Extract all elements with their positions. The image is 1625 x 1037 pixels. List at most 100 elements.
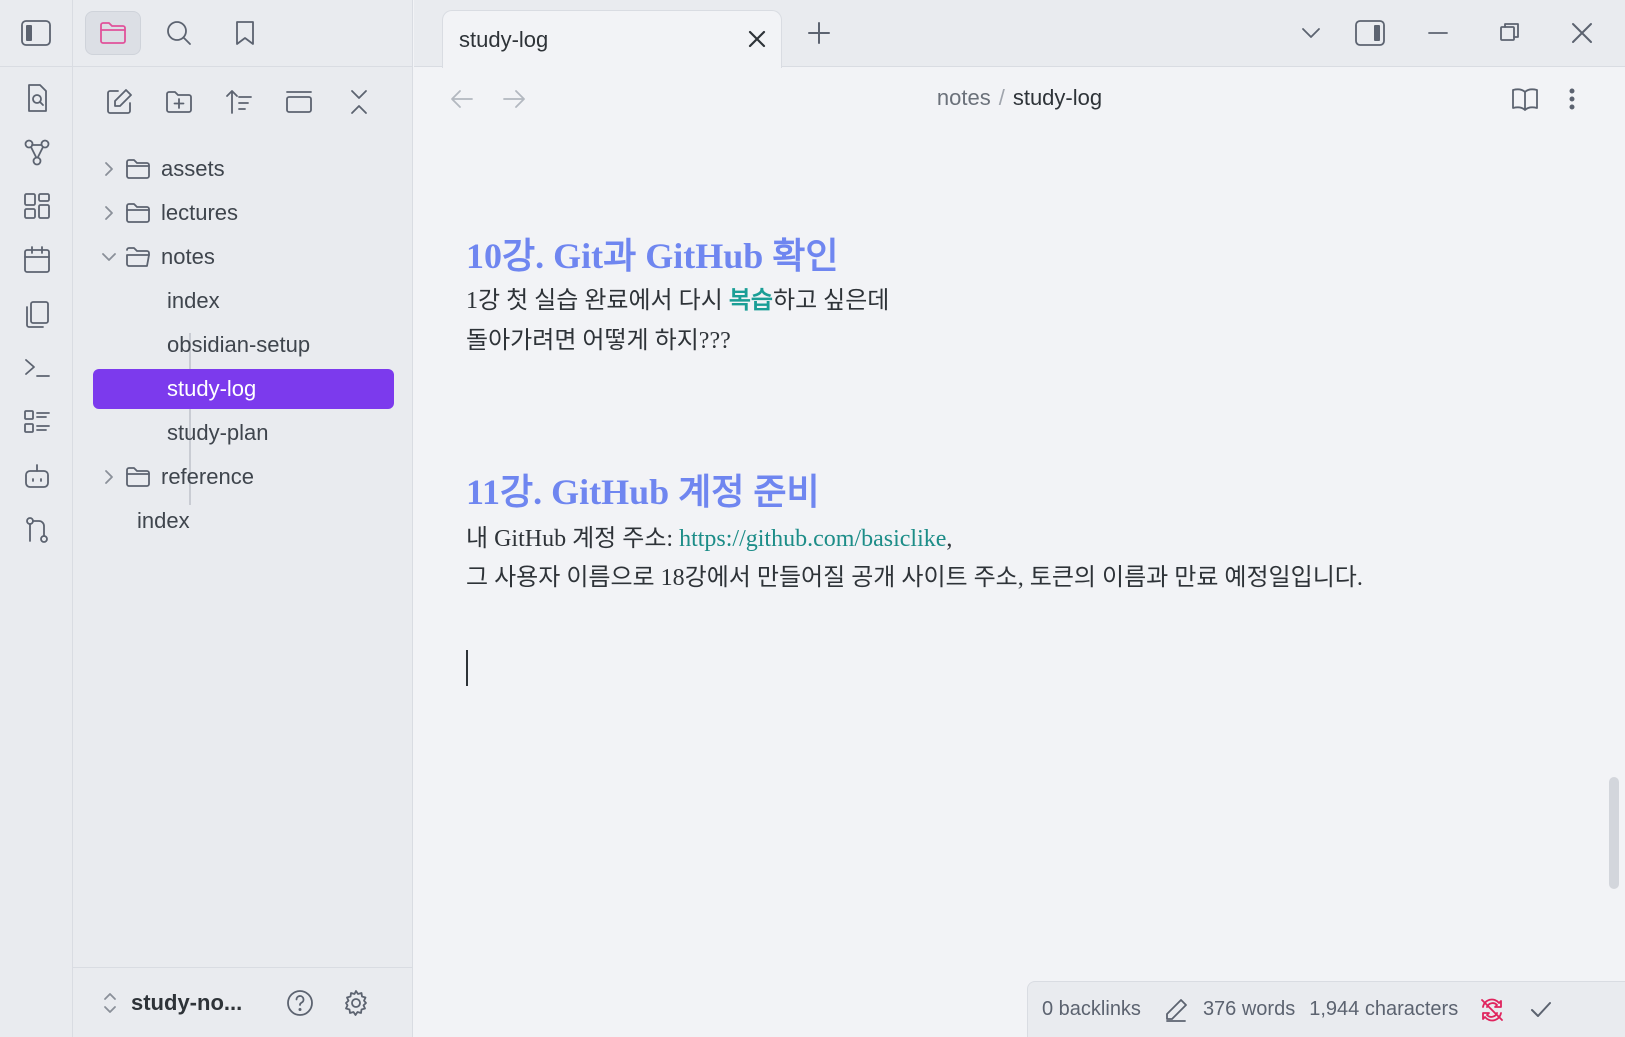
text: 1강 첫 실습 완료에서 다시 bbox=[466, 288, 729, 314]
sync-error-icon[interactable] bbox=[1478, 996, 1506, 1024]
tab-search[interactable] bbox=[151, 11, 207, 55]
quick-switcher-icon bbox=[27, 84, 47, 112]
file-study-log[interactable]: study-log bbox=[93, 369, 394, 409]
vault-footer: study-no... bbox=[73, 967, 412, 1037]
git-icon bbox=[25, 517, 48, 543]
text: 내 GitHub 계정 주소: bbox=[466, 526, 680, 552]
canvas-button[interactable] bbox=[0, 179, 73, 233]
tab-strip: study-log bbox=[414, 0, 1625, 68]
check-icon[interactable] bbox=[1528, 997, 1554, 1023]
graph-view-icon bbox=[24, 139, 49, 166]
close-tab-icon[interactable] bbox=[745, 27, 769, 51]
folder-assets[interactable]: assets bbox=[95, 149, 394, 189]
settings-gear-icon[interactable] bbox=[341, 988, 371, 1018]
new-note-button[interactable] bbox=[103, 86, 135, 118]
paragraph-line: 1강 첫 실습 완료에서 다시 복습하고 싶은데 bbox=[466, 280, 889, 315]
command-palette-icon bbox=[24, 359, 50, 377]
heading-lecture-11: 11강. GitHub 계정 준비 bbox=[466, 472, 820, 512]
paragraph-line: 내 GitHub 계정 주소: https://github.com/basic… bbox=[466, 518, 952, 553]
restore-window-icon[interactable] bbox=[1496, 18, 1524, 48]
github-link[interactable]: https://github.com/basiclike bbox=[679, 526, 946, 552]
text-caret bbox=[466, 650, 468, 686]
file-explorer-sidebar: assets lectures notes index obsidian-set… bbox=[73, 0, 413, 1037]
file-explorer-actions bbox=[73, 67, 412, 137]
search-icon bbox=[167, 21, 191, 45]
command-palette-button[interactable] bbox=[0, 341, 73, 395]
tree-item-label: obsidian-setup bbox=[167, 332, 311, 357]
bookmark-icon bbox=[236, 21, 254, 45]
editor-scrollbar[interactable] bbox=[1609, 777, 1619, 889]
folder-icon bbox=[100, 22, 126, 44]
breadcrumb-file[interactable]: study-log bbox=[1013, 85, 1102, 110]
quick-switcher-button[interactable] bbox=[0, 71, 73, 125]
character-count: 1,944 characters bbox=[1309, 998, 1459, 1020]
tab-files[interactable] bbox=[85, 11, 141, 55]
text: 하고 싶은데 bbox=[772, 288, 890, 314]
daily-note-icon bbox=[23, 246, 50, 273]
folder-lectures[interactable]: lectures bbox=[95, 193, 394, 233]
file-obsidian-setup[interactable]: obsidian-setup bbox=[95, 325, 394, 365]
view-header: notes / study-log bbox=[414, 67, 1625, 129]
more-options-icon[interactable] bbox=[1564, 85, 1580, 113]
highlighted-text: 복습 bbox=[728, 288, 773, 314]
chevron-down-icon bbox=[95, 250, 123, 264]
auto-reveal-button[interactable] bbox=[283, 86, 315, 118]
breadcrumb: notes / study-log bbox=[414, 85, 1625, 111]
outline-icon bbox=[23, 410, 50, 433]
tree-item-label: assets bbox=[161, 156, 225, 181]
vault-name[interactable]: study-no... bbox=[131, 990, 281, 1016]
chevron-right-icon bbox=[95, 161, 123, 177]
new-folder-icon bbox=[166, 91, 192, 113]
close-window-icon[interactable] bbox=[1568, 18, 1596, 48]
sort-button[interactable] bbox=[223, 86, 255, 118]
tab-study-log[interactable]: study-log bbox=[442, 10, 782, 68]
sidebar-right-toggle-icon[interactable] bbox=[1354, 18, 1386, 48]
git-button[interactable] bbox=[0, 503, 73, 557]
paragraph-line: 돌아가려면 어떻게 하지??? bbox=[466, 328, 731, 354]
tree-item-label: lectures bbox=[161, 200, 239, 225]
minimize-window-icon[interactable] bbox=[1424, 18, 1452, 48]
daily-note-button[interactable] bbox=[0, 233, 73, 287]
tree-item-label: notes bbox=[161, 244, 215, 269]
breadcrumb-folder[interactable]: notes bbox=[937, 85, 991, 110]
help-icon[interactable] bbox=[285, 988, 315, 1018]
new-folder-button[interactable] bbox=[163, 86, 195, 118]
graph-view-button[interactable] bbox=[0, 125, 73, 179]
backlinks-count[interactable]: 0 backlinks bbox=[1042, 998, 1141, 1021]
outline-button[interactable] bbox=[0, 395, 73, 449]
ribbon bbox=[0, 0, 73, 1037]
copilot-icon bbox=[24, 464, 49, 488]
collapse-all-icon bbox=[351, 90, 367, 114]
sort-icon bbox=[226, 90, 252, 114]
new-note-icon bbox=[107, 89, 132, 114]
tab-list-chevron-down-icon[interactable] bbox=[1298, 18, 1324, 48]
new-tab-plus-icon[interactable] bbox=[804, 18, 834, 48]
word-count: 376 words bbox=[1202, 998, 1296, 1020]
reading-view-book-icon[interactable] bbox=[1510, 85, 1540, 113]
folder-notes[interactable]: notes bbox=[95, 237, 394, 277]
folder-open-icon bbox=[123, 246, 153, 268]
tree-item-label: index bbox=[167, 288, 220, 313]
file-study-plan[interactable]: study-plan bbox=[95, 413, 394, 453]
breadcrumb-separator: / bbox=[998, 85, 1005, 110]
file-tree: assets lectures notes index obsidian-set… bbox=[73, 137, 412, 533]
folder-reference[interactable]: reference bbox=[95, 457, 394, 497]
paragraph-line: 그 사용자 이름으로 18강에서 만들어질 공개 사이트 주소, 토큰의 이름과… bbox=[466, 565, 1363, 591]
markdown-editor[interactable]: 10강. Git과 GitHub 확인 1강 첫 실습 완료에서 다시 복습하고… bbox=[414, 129, 1625, 1037]
copilot-button[interactable] bbox=[0, 449, 73, 503]
tree-item-label: index bbox=[137, 508, 190, 533]
status-bar: 0 backlinks 376 words 1,944 characters bbox=[1027, 981, 1625, 1037]
chevron-right-icon bbox=[95, 205, 123, 221]
folder-icon bbox=[123, 466, 153, 488]
editing-mode-pencil-icon[interactable] bbox=[1163, 997, 1189, 1023]
sidebar-tab-bar bbox=[73, 0, 412, 67]
vault-switcher-icon[interactable] bbox=[101, 990, 119, 1016]
file-root-index[interactable]: index bbox=[95, 501, 394, 541]
chevron-right-icon bbox=[95, 469, 123, 485]
templates-button[interactable] bbox=[0, 287, 73, 341]
tab-bookmarks[interactable] bbox=[217, 11, 273, 55]
file-index[interactable]: index bbox=[95, 281, 394, 321]
sidebar-left-toggle-icon[interactable] bbox=[20, 19, 52, 47]
collapse-all-button[interactable] bbox=[343, 86, 375, 118]
canvas-icon bbox=[23, 193, 50, 219]
